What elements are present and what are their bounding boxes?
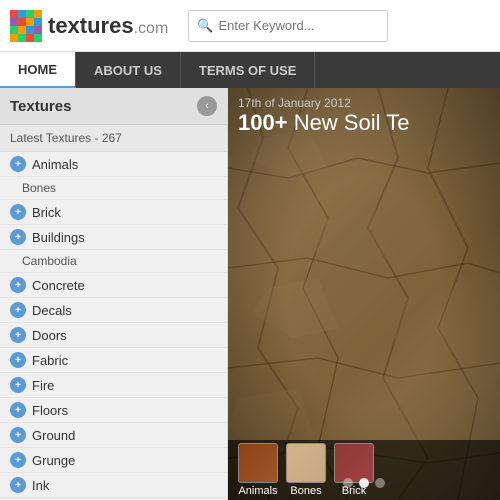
carousel-dot-1[interactable] <box>343 478 353 488</box>
sidebar-item-fabric[interactable]: + Fabric <box>0 348 227 373</box>
expand-icon: + <box>10 327 26 343</box>
thumbnail-animals[interactable]: Animals <box>238 443 278 497</box>
sidebar-item-label: Ground <box>32 428 75 443</box>
sidebar-item-concrete[interactable]: + Concrete <box>0 273 227 298</box>
carousel-dots <box>343 478 385 488</box>
carousel-dot-2[interactable] <box>359 478 369 488</box>
carousel-dot-3[interactable] <box>375 478 385 488</box>
expand-icon: + <box>10 204 26 220</box>
search-input[interactable] <box>218 18 379 33</box>
sidebar-item-bones[interactable]: Bones <box>0 177 227 200</box>
thumb-label-animals: Animals <box>238 485 277 497</box>
nav-item-home[interactable]: HOME <box>0 52 76 88</box>
expand-icon: + <box>10 229 26 245</box>
thumb-image-bones <box>286 443 326 483</box>
content-area: 17th of January 2012 100+ New Soil Te An… <box>228 88 500 500</box>
expand-icon: + <box>10 402 26 418</box>
sidebar-item-brick[interactable]: + Brick <box>0 200 227 225</box>
sidebar-item-label: Doors <box>32 328 67 343</box>
title-prefix: 100+ <box>238 110 288 135</box>
nav-item-about[interactable]: ABOUT US <box>76 52 181 88</box>
thumb-image-brick <box>334 443 374 483</box>
expand-icon: + <box>10 452 26 468</box>
sidebar-item-cambodia[interactable]: Cambodia <box>0 250 227 273</box>
expand-icon: + <box>10 156 26 172</box>
vignette-overlay <box>228 88 500 500</box>
sidebar-item-ink[interactable]: + Ink <box>0 473 227 498</box>
expand-icon: + <box>10 302 26 318</box>
logo-icon <box>10 10 42 42</box>
expand-icon: + <box>10 277 26 293</box>
content-title: 100+ New Soil Te <box>238 110 409 136</box>
sidebar-item-buildings[interactable]: + Buildings <box>0 225 227 250</box>
arrow-left-icon: ‹ <box>205 100 209 112</box>
sidebar-item-label: Ink <box>32 478 49 493</box>
title-main: New Soil Te <box>294 110 410 135</box>
sidebar-item-doors[interactable]: + Doors <box>0 323 227 348</box>
sidebar-item-floors[interactable]: + Floors <box>0 398 227 423</box>
sidebar-latest-label: Latest Textures - 267 <box>0 125 227 152</box>
logo-domain: .com <box>134 20 169 37</box>
search-icon: 🔍 <box>197 18 213 34</box>
sidebar-collapse-button[interactable]: ‹ <box>197 96 217 116</box>
search-bar[interactable]: 🔍 <box>188 10 388 42</box>
sidebar-sub-label: Cambodia <box>22 254 77 268</box>
expand-icon: + <box>10 352 26 368</box>
sidebar-item-label: Concrete <box>32 278 85 293</box>
hero-image: 17th of January 2012 100+ New Soil Te An… <box>228 88 500 500</box>
nav-item-terms[interactable]: TERMS OF USE <box>181 52 316 88</box>
sidebar-item-grunge[interactable]: + Grunge <box>0 448 227 473</box>
sidebar-sub-label: Bones <box>22 181 56 195</box>
sidebar-title: Textures <box>10 98 71 115</box>
sidebar-item-decals[interactable]: + Decals <box>0 298 227 323</box>
thumbnail-bar: Animals Bones Brick <box>228 440 500 500</box>
nav-bar: HOME ABOUT US TERMS OF USE <box>0 52 500 88</box>
thumb-image-animals <box>238 443 278 483</box>
expand-icon: + <box>10 427 26 443</box>
thumbnail-brick[interactable]: Brick <box>334 443 374 497</box>
main-content: Textures ‹ Latest Textures - 267 + Anima… <box>0 88 500 500</box>
sidebar-header: Textures ‹ <box>0 88 227 125</box>
expand-icon: + <box>10 477 26 493</box>
sidebar: Textures ‹ Latest Textures - 267 + Anima… <box>0 88 228 500</box>
sidebar-item-animals[interactable]: + Animals <box>0 152 227 177</box>
sidebar-item-label: Buildings <box>32 230 85 245</box>
sidebar-item-label: Fabric <box>32 353 68 368</box>
sidebar-item-fire[interactable]: + Fire <box>0 373 227 398</box>
sidebar-item-ground[interactable]: + Ground <box>0 423 227 448</box>
sidebar-item-label: Decals <box>32 303 72 318</box>
sidebar-item-label: Grunge <box>32 453 75 468</box>
sidebar-item-label: Brick <box>32 205 61 220</box>
sidebar-item-label: Animals <box>32 157 78 172</box>
content-date: 17th of January 2012 <box>238 96 351 110</box>
expand-icon: + <box>10 377 26 393</box>
sidebar-item-label: Fire <box>32 378 54 393</box>
header: textures.com 🔍 <box>0 0 500 52</box>
thumb-label-bones: Bones <box>290 485 321 497</box>
thumbnail-bones[interactable]: Bones <box>286 443 326 497</box>
logo-text: textures.com <box>48 13 168 39</box>
sidebar-item-label: Floors <box>32 403 68 418</box>
logo-area: textures.com <box>10 10 168 42</box>
